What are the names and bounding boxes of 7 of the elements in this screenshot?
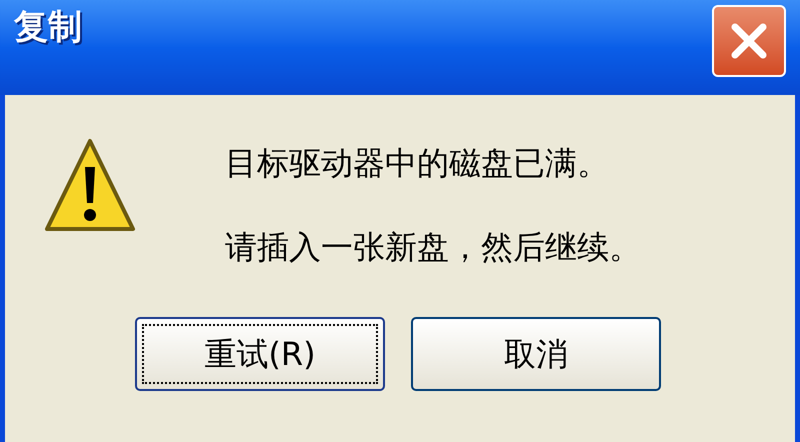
- dialog-button[interactable]: 重试(R): [135, 317, 385, 391]
- message-text: 请插入一张新盘，然后继续。: [225, 227, 641, 267]
- dialog-button[interactable]: 取消: [411, 317, 661, 391]
- message-text: 目标驱动器中的磁盘已满。: [225, 143, 610, 183]
- close-button[interactable]: [712, 4, 786, 76]
- window-title: 复制: [14, 6, 82, 49]
- close-icon: [729, 20, 769, 60]
